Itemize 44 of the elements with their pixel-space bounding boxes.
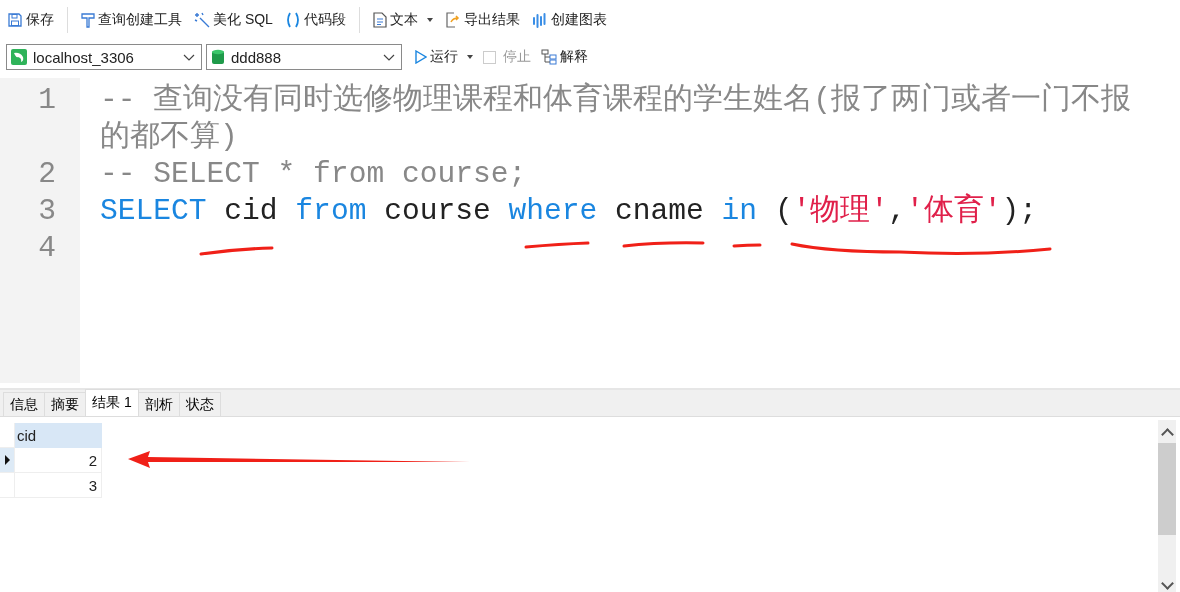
vertical-scrollbar[interactable]: [1158, 420, 1176, 592]
code-line: -- 查询没有同时选修物理课程和体育课程的学生姓名(报了两门或者一门不报的都不算): [100, 83, 1132, 154]
toolbar-button[interactable]: 查询创建工具: [78, 9, 185, 31]
line-number: 3: [37, 193, 57, 230]
result-tab[interactable]: 信息: [3, 392, 45, 416]
play-icon: [415, 50, 427, 64]
diagram-icon: [541, 49, 557, 65]
database-icon: [211, 48, 225, 66]
run-button[interactable]: 运行: [412, 46, 476, 68]
table-cell: 3: [15, 473, 102, 498]
result-tab[interactable]: 状态: [178, 392, 221, 416]
explain-button[interactable]: 解释: [538, 46, 591, 68]
save-icon: [7, 12, 23, 28]
result-tab[interactable]: 结果 1: [85, 389, 139, 416]
annotation-underline: [732, 243, 762, 248]
code-line: -- SELECT * from course;: [100, 157, 527, 191]
line-number: 4: [37, 230, 57, 267]
bar-chart-icon: [531, 12, 548, 28]
current-row-icon: [5, 455, 10, 465]
sparkle-icon: [194, 12, 210, 28]
dropdown-field[interactable]: localhost_3306: [6, 44, 202, 70]
stop-icon: [483, 50, 496, 64]
caret-icon: [467, 55, 473, 59]
toolbar-button[interactable]: 代码段: [281, 9, 349, 31]
dropdown-value: localhost_3306: [33, 48, 135, 66]
line-number: 2: [37, 156, 57, 193]
document-icon: [372, 12, 387, 28]
export-icon: [444, 12, 461, 28]
parentheses-icon: [284, 12, 301, 28]
toolbar-button[interactable]: 保存: [4, 9, 57, 31]
toolbar-button[interactable]: 导出结果: [441, 9, 523, 31]
toolbar-button[interactable]: 文本: [369, 9, 436, 31]
toolbar-button[interactable]: 美化 SQL: [191, 9, 276, 31]
hammer-icon: [81, 12, 95, 28]
code-line: SELECT cid from course where cname in ('物理','体育');: [100, 194, 1038, 228]
table-cell: 2: [15, 448, 102, 473]
line-number: 1: [37, 82, 57, 119]
row-indicator[interactable]: [0, 448, 15, 473]
scrollbar-thumb[interactable]: [1158, 443, 1176, 535]
annotation-underline: [524, 241, 590, 249]
toolbar-button[interactable]: 创建图表: [528, 9, 610, 31]
dropdown-value: ddd888: [231, 48, 283, 66]
column-header[interactable]: cid: [15, 423, 102, 448]
dropdown-field[interactable]: ddd888: [206, 44, 402, 70]
